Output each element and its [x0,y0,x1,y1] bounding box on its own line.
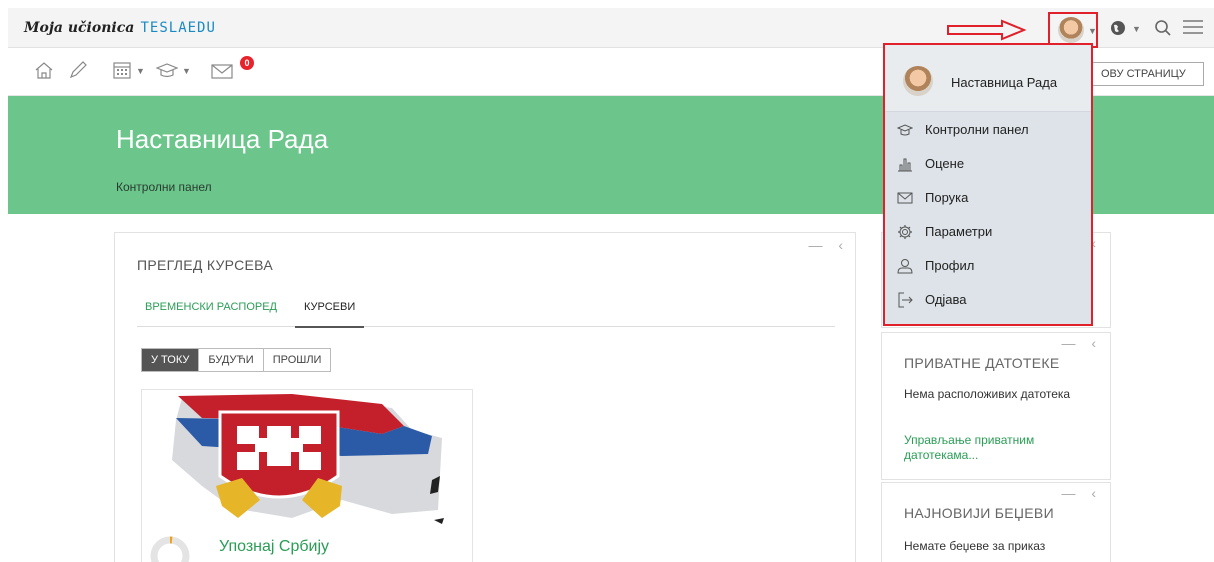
menu-item-grades[interactable]: Оцене [885,147,1091,181]
user-icon [897,259,913,274]
mortarboard-icon[interactable] [156,60,178,80]
empty-badges-text: Немате беџеве за приказ [904,539,1046,553]
user-name: Наставница Рада [951,75,1058,90]
chevron-down-icon: ▼ [1088,26,1097,36]
block-controls-icon[interactable]: — ‹ [1061,485,1102,501]
calendar-icon[interactable] [112,60,132,80]
private-files-block: — ‹ ПРИВАТНЕ ДАТОТЕКЕ Нема расположивих … [881,332,1111,480]
progress-ring-icon [150,536,190,562]
course-title-link[interactable]: Упознај Србију [219,538,329,556]
menu-item-label: Контролни панел [925,122,1029,137]
menu-item-label: Порука [925,190,969,205]
menu-item-label: Оцене [925,156,965,171]
block-title: НАЈНОВИЈИ БЕЏЕВИ [904,505,1054,521]
block-title: ПРЕГЛЕД КУРСЕВА [137,257,273,273]
block-controls-icon[interactable]: — ‹ [1061,335,1102,351]
avatar [1058,17,1084,43]
course-overview-tabs: ВРЕМЕНСКИ РАСПОРЕД КУРСЕВИ [137,299,835,328]
manage-files-link[interactable]: Управљање приватним датотекама... [904,433,1084,463]
gear-icon [898,225,912,239]
course-image [142,390,472,530]
user-menu-header[interactable]: Наставница Рада [885,45,1091,112]
tab-courses[interactable]: КУРСЕВИ [295,299,365,328]
page-title: Наставница Рада [116,124,329,154]
envelope-icon [897,192,913,204]
hamburger-menu-icon[interactable] [1182,18,1204,36]
search-icon[interactable] [1154,19,1172,37]
user-dropdown-menu: Наставница Рада Контролни панел Оцене По… [883,43,1093,326]
pencil-icon[interactable] [68,60,88,80]
menu-item-preferences[interactable]: Параметри [885,215,1091,249]
logo-text-secondary: TESLAEDU [140,20,216,36]
app-root: Moja učionica TESLAEDU ▼ ▼ ▼ ▼ 0 ОВУ СТР… [0,0,1214,562]
menu-item-profile[interactable]: Профил [885,249,1091,283]
courses-chevron-icon[interactable]: ▼ [182,66,191,76]
menu-item-messages[interactable]: Порука [885,181,1091,215]
empty-files-text: Нема расположивих датотека [904,387,1071,401]
globe-icon[interactable] [1110,20,1126,36]
filter-future[interactable]: БУДУЋИ [199,349,264,371]
envelope-icon[interactable] [210,60,234,80]
tab-timeline[interactable]: ВРЕМЕНСКИ РАСПОРЕД [145,299,277,327]
course-overview-block: — ‹ ПРЕГЛЕД КУРСЕВА ВРЕМЕНСКИ РАСПОРЕД К… [114,232,856,562]
home-icon[interactable] [34,60,54,80]
menu-item-logout[interactable]: Одјава [885,283,1091,317]
language-chevron-icon[interactable]: ▼ [1132,24,1141,34]
breadcrumb[interactable]: Контролни панел [116,180,212,194]
menu-item-label: Параметри [925,224,993,239]
bar-chart-icon [898,158,912,172]
menu-item-label: Профил [925,258,975,273]
course-card[interactable]: Упознај Србију [141,389,473,562]
block-title: ПРИВАТНЕ ДАТОТЕКЕ [904,355,1060,371]
site-logo[interactable]: Moja učionica TESLAEDU [24,19,216,36]
mortarboard-icon [897,124,913,136]
block-controls-icon[interactable]: — ‹ [808,237,849,253]
edit-page-button[interactable]: ОВУ СТРАНИЦУ [1092,62,1204,86]
calendar-chevron-icon[interactable]: ▼ [136,66,145,76]
filter-in-progress[interactable]: У ТОКУ [142,349,200,371]
logo-text-primary: Moja učionica [24,20,135,36]
latest-badges-block: — ‹ НАЈНОВИЈИ БЕЏЕВИ Немате беџеве за пр… [881,482,1111,562]
annotation-arrow-icon [947,19,1026,41]
menu-item-dashboard[interactable]: Контролни панел [885,113,1091,147]
top-navbar: Moja učionica TESLAEDU ▼ ▼ [8,8,1214,48]
menu-item-label: Одјава [925,292,967,307]
avatar [903,66,933,96]
course-filter-group: У ТОКУ БУДУЋИ ПРОШЛИ [141,348,332,372]
filter-past[interactable]: ПРОШЛИ [264,349,331,371]
notification-badge: 0 [240,56,254,70]
logout-icon [898,292,913,308]
